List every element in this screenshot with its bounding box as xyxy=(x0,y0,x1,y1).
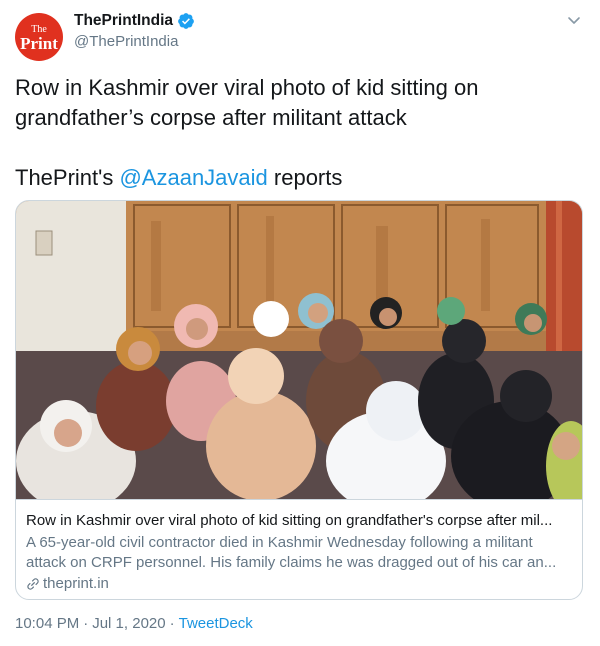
mention-link[interactable]: @AzaanJavaid xyxy=(119,165,267,190)
tweet-byline: ThePrint's @AzaanJavaid reports xyxy=(15,163,575,193)
display-name[interactable]: ThePrintIndia xyxy=(74,12,173,30)
avatar[interactable]: The Print xyxy=(15,13,63,61)
card-title[interactable]: Row in Kashmir over viral photo of kid s… xyxy=(26,511,571,531)
card-domain-text: theprint.in xyxy=(43,575,109,592)
tweet-meta: 10:04 PM · Jul 1, 2020 · TweetDeck xyxy=(15,615,253,632)
byline-suffix: reports xyxy=(267,165,343,190)
meta-separator: · xyxy=(169,615,175,632)
tweet-date[interactable]: Jul 1, 2020 xyxy=(92,615,165,632)
tweet-time[interactable]: 10:04 PM xyxy=(15,615,79,632)
tweet-source-link[interactable]: TweetDeck xyxy=(179,615,253,632)
handle[interactable]: @ThePrintIndia xyxy=(74,33,178,50)
verified-badge-icon xyxy=(178,13,194,29)
avatar-text-print: Print xyxy=(20,33,58,53)
byline-prefix: ThePrint's xyxy=(15,165,120,190)
card-body: Row in Kashmir over viral photo of kid s… xyxy=(16,499,582,599)
tweet: The Print ThePrintIndia @ThePrintIndia R… xyxy=(0,0,600,646)
card-description: A 65-year-old civil contractor died in K… xyxy=(26,534,557,571)
name-row: ThePrintIndia xyxy=(74,12,195,30)
link-card[interactable]: Row in Kashmir over viral photo of kid s… xyxy=(15,200,583,600)
link-icon xyxy=(27,578,39,590)
card-domain: theprint.in xyxy=(26,574,571,594)
meta-separator: · xyxy=(83,615,89,632)
chevron-down-icon[interactable] xyxy=(566,12,582,28)
avatar-text-the: The xyxy=(31,23,47,35)
tweet-text: Row in Kashmir over viral photo of kid s… xyxy=(15,73,575,193)
card-image[interactable] xyxy=(16,201,582,499)
tweet-headline: Row in Kashmir over viral photo of kid s… xyxy=(15,75,479,130)
